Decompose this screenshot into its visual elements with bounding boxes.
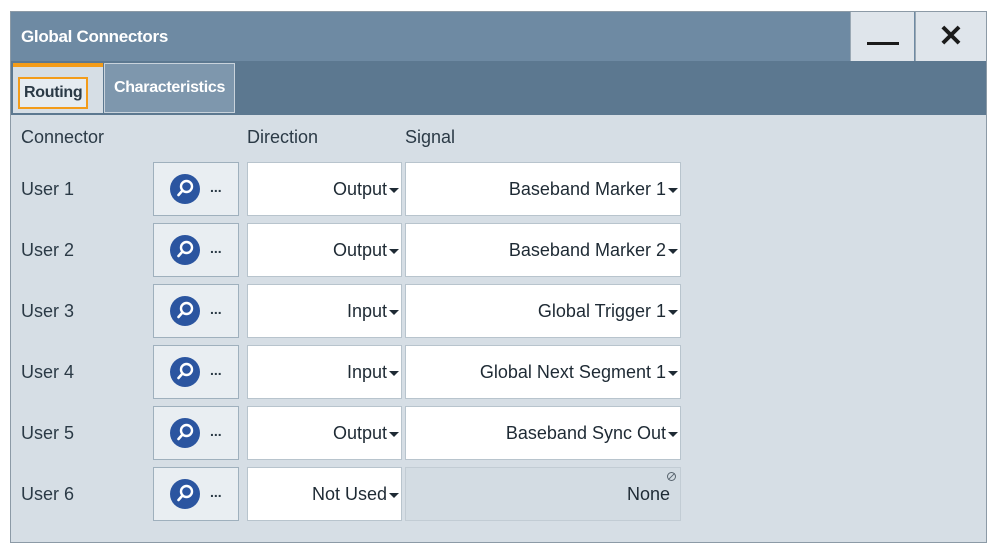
connector-select-button-user-5[interactable]: ...	[153, 406, 239, 460]
dropdown-arrow-icon	[389, 310, 399, 315]
signal-value: Global Trigger 1	[537, 301, 666, 321]
close-button[interactable]: ✕	[915, 12, 986, 61]
signal-dropdown-user-3[interactable]: Global Trigger 1	[405, 284, 681, 338]
more-dots: ...	[210, 240, 222, 256]
direction-dropdown-user-6[interactable]: Not Used	[247, 467, 402, 521]
connector-label-user-4: User 4	[21, 362, 75, 382]
more-dots: ...	[210, 179, 222, 195]
search-icon	[170, 174, 200, 204]
search-icon	[170, 357, 200, 387]
global-connectors-dialog: Global Connectors ✕ Routing Characterist…	[10, 11, 987, 543]
dropdown-arrow-icon	[668, 188, 678, 193]
connector-label-user-2: User 2	[21, 240, 75, 260]
signal-dropdown-user-2[interactable]: Baseband Marker 2	[405, 223, 681, 277]
direction-dropdown-user-2[interactable]: Output	[247, 223, 402, 277]
signal-value: Baseband Marker 2	[508, 240, 666, 260]
direction-value: Output	[332, 240, 387, 260]
signal-value: Baseband Sync Out	[505, 423, 666, 443]
more-dots: ...	[210, 484, 222, 500]
direction-dropdown-user-1[interactable]: Output	[247, 162, 402, 216]
dropdown-arrow-icon	[668, 371, 678, 376]
more-dots: ...	[210, 362, 222, 378]
column-header-connector: Connector	[21, 127, 105, 147]
connector-label-user-5: User 5	[21, 423, 75, 443]
dropdown-arrow-icon	[389, 493, 399, 498]
dropdown-arrow-icon	[389, 371, 399, 376]
column-header-signal: Signal	[405, 127, 456, 147]
connector-select-button-user-3[interactable]: ...	[153, 284, 239, 338]
direction-value: Input	[346, 362, 387, 382]
direction-value: Output	[332, 179, 387, 199]
column-header-direction: Direction	[247, 127, 319, 147]
tab-strip: Routing Characteristics	[11, 61, 986, 115]
direction-dropdown-user-5[interactable]: Output	[247, 406, 402, 460]
search-icon	[170, 296, 200, 326]
search-icon	[170, 418, 200, 448]
connector-select-button-user-1[interactable]: ...	[153, 162, 239, 216]
signal-value: Global Next Segment 1	[479, 362, 666, 382]
minimize-icon	[867, 42, 899, 45]
signal-dropdown-user-5[interactable]: Baseband Sync Out	[405, 406, 681, 460]
dropdown-arrow-icon	[389, 432, 399, 437]
connector-label-user-3: User 3	[21, 301, 75, 321]
connector-select-button-user-6[interactable]: ...	[153, 467, 239, 521]
dropdown-arrow-icon	[389, 188, 399, 193]
signal-field-user-6-disabled: None	[405, 467, 681, 521]
direction-dropdown-user-3[interactable]: Input	[247, 284, 402, 338]
direction-value: Input	[346, 301, 387, 321]
tab-characteristics[interactable]: Characteristics	[104, 63, 235, 113]
direction-value: Output	[332, 423, 387, 443]
direction-dropdown-user-4[interactable]: Input	[247, 345, 402, 399]
dropdown-arrow-icon	[389, 249, 399, 254]
search-icon	[170, 479, 200, 509]
signal-value: None	[626, 484, 670, 504]
signal-dropdown-user-1[interactable]: Baseband Marker 1	[405, 162, 681, 216]
tab-routing[interactable]: Routing	[13, 63, 103, 113]
dropdown-arrow-icon	[668, 310, 678, 315]
signal-dropdown-user-4[interactable]: Global Next Segment 1	[405, 345, 681, 399]
search-icon	[170, 235, 200, 265]
connector-label-user-1: User 1	[21, 179, 75, 199]
tab-characteristics-label: Characteristics	[113, 79, 226, 96]
dialog-title: Global Connectors	[21, 27, 168, 46]
minimize-button[interactable]	[850, 12, 914, 61]
tab-routing-label: Routing	[18, 77, 89, 109]
connector-label-user-6: User 6	[21, 484, 75, 504]
dropdown-arrow-icon	[668, 249, 678, 254]
more-dots: ...	[210, 423, 222, 439]
close-icon: ✕	[938, 20, 964, 53]
signal-value: Baseband Marker 1	[508, 179, 666, 199]
dropdown-arrow-icon	[668, 432, 678, 437]
connector-select-button-user-4[interactable]: ...	[153, 345, 239, 399]
title-bar: Global Connectors ✕	[11, 12, 986, 61]
more-dots: ...	[210, 301, 222, 317]
connector-select-button-user-2[interactable]: ...	[153, 223, 239, 277]
direction-value: Not Used	[311, 484, 387, 504]
